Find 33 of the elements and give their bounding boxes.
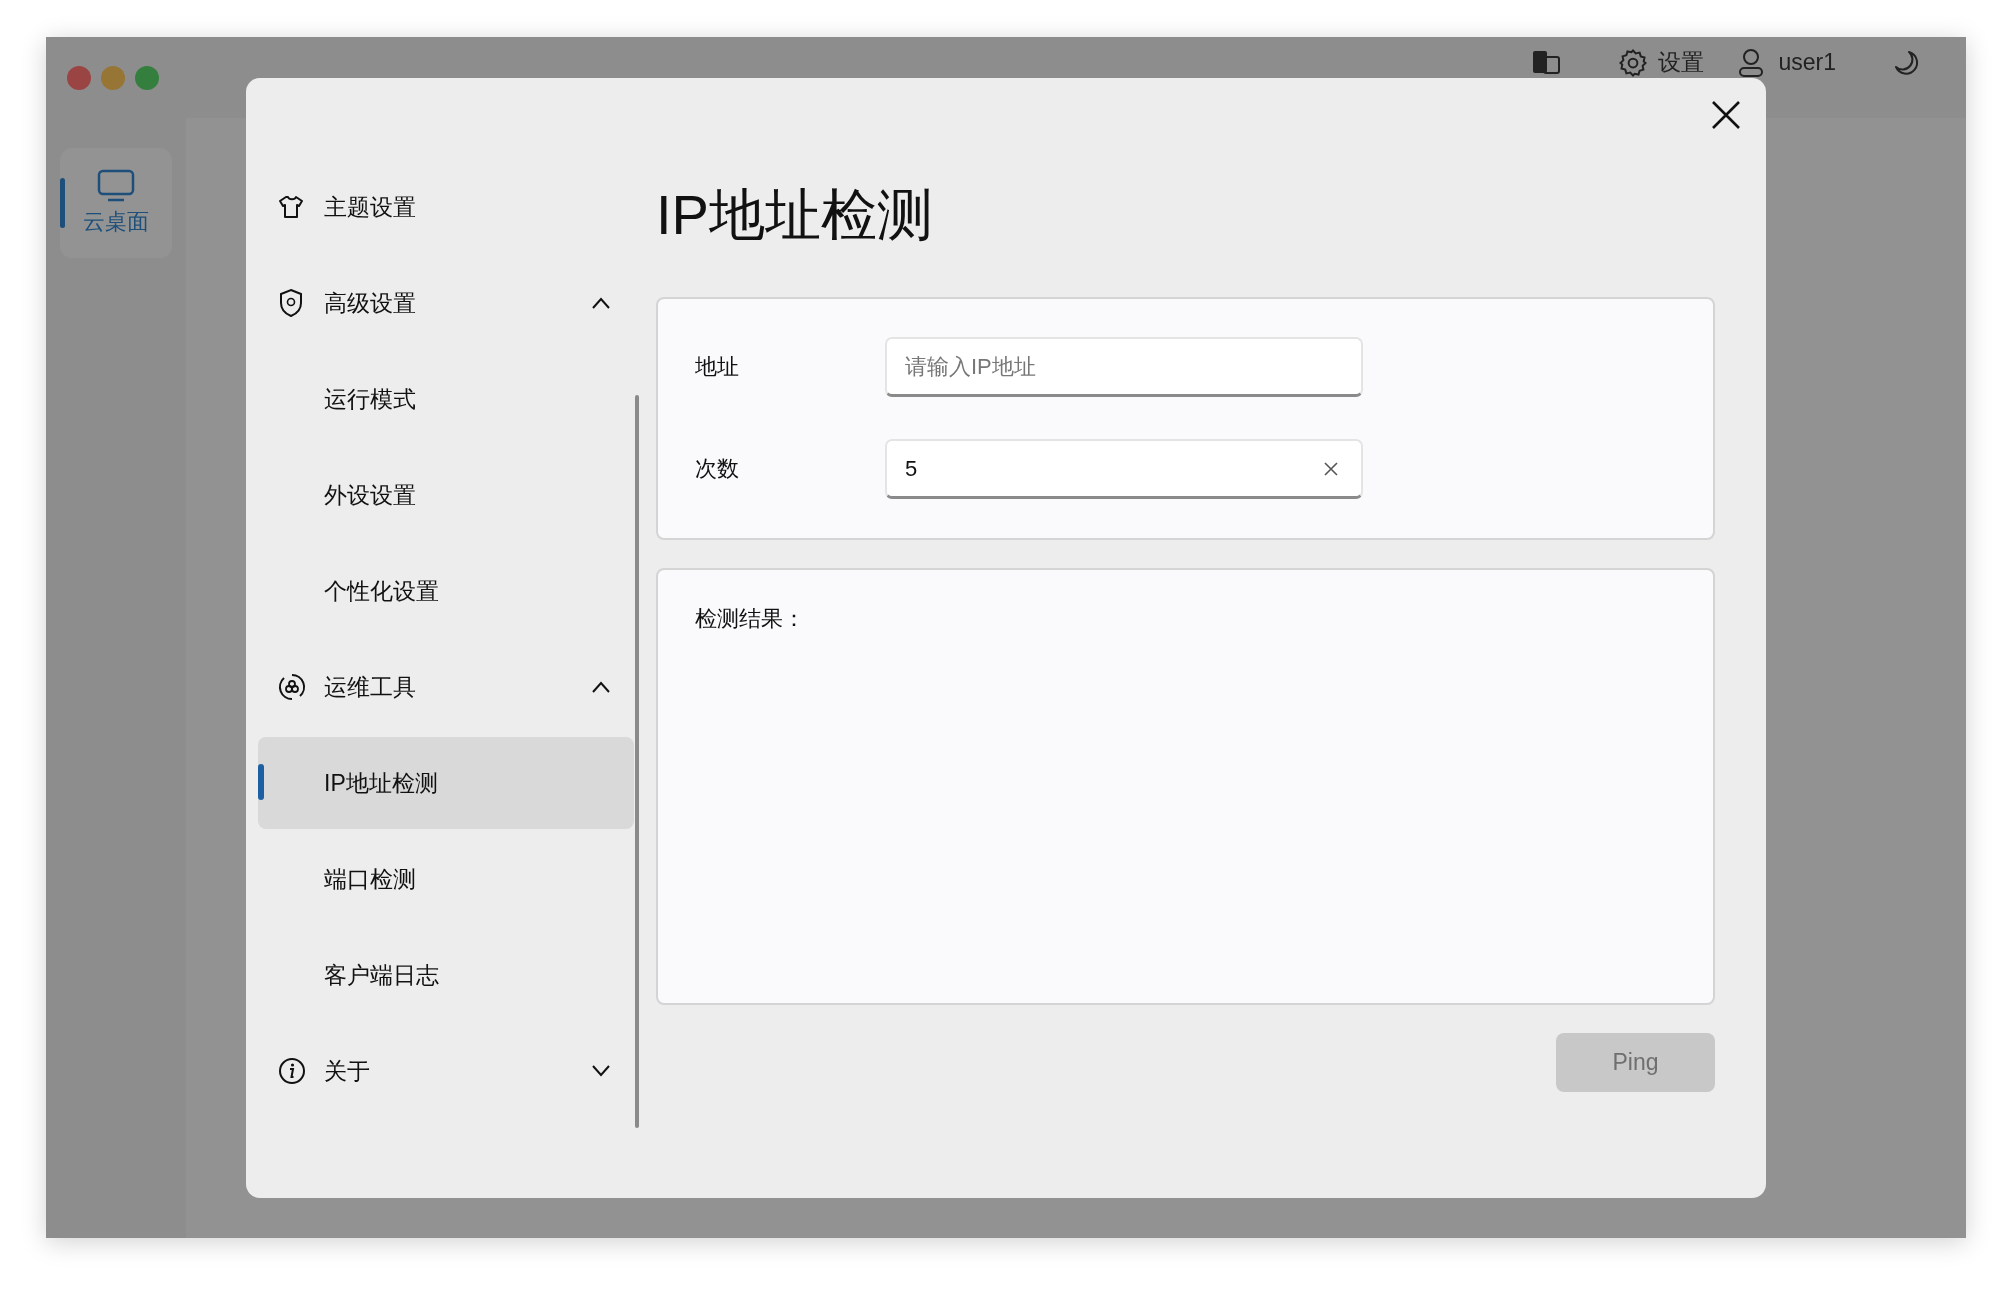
field-label: 次数 [695,455,740,483]
language-icon[interactable] [1532,48,1563,77]
chevron-up-icon[interactable] [591,297,611,309]
page-title: IP地址检测 [656,182,934,248]
nav-item[interactable]: 外设设置 [258,449,634,541]
user-icon[interactable] [1738,47,1765,78]
nav-group[interactable]: 主题设置 [258,161,634,253]
nav-group[interactable]: 高级设置 [258,257,634,349]
settings-icon[interactable] [1618,47,1649,78]
user-name[interactable]: user1 [1778,49,1836,76]
scrollbar[interactable] [635,395,639,1128]
close-icon[interactable] [1711,100,1741,130]
chevron-down-icon[interactable] [591,1065,611,1077]
shield-icon [278,288,304,318]
shirt-icon [278,195,304,219]
nav-item[interactable]: 个性化设置 [258,545,634,637]
nav-item[interactable]: 运行模式 [258,353,634,445]
field-label: 地址 [695,353,740,381]
clear-icon[interactable] [1323,461,1339,477]
nav-item[interactable]: 客户端日志 [258,929,634,1021]
nav-group[interactable]: 运维工具 [258,641,634,733]
settings-label[interactable]: 设置 [1658,47,1705,78]
tools-icon [278,673,306,701]
result-label: 检测结果： [695,606,805,631]
nav-item[interactable]: 端口检测 [258,833,634,925]
moon-icon[interactable] [1894,49,1920,76]
monitor-icon [97,169,135,203]
chevron-up-icon[interactable] [591,681,611,693]
nav-group[interactable]: 关于 [258,1025,634,1117]
nav-item[interactable]: IP地址检测 [258,737,634,829]
info-icon [278,1057,306,1085]
input-field[interactable]: 请输入IP地址 [885,337,1363,397]
input-field[interactable]: 5 [885,439,1363,499]
